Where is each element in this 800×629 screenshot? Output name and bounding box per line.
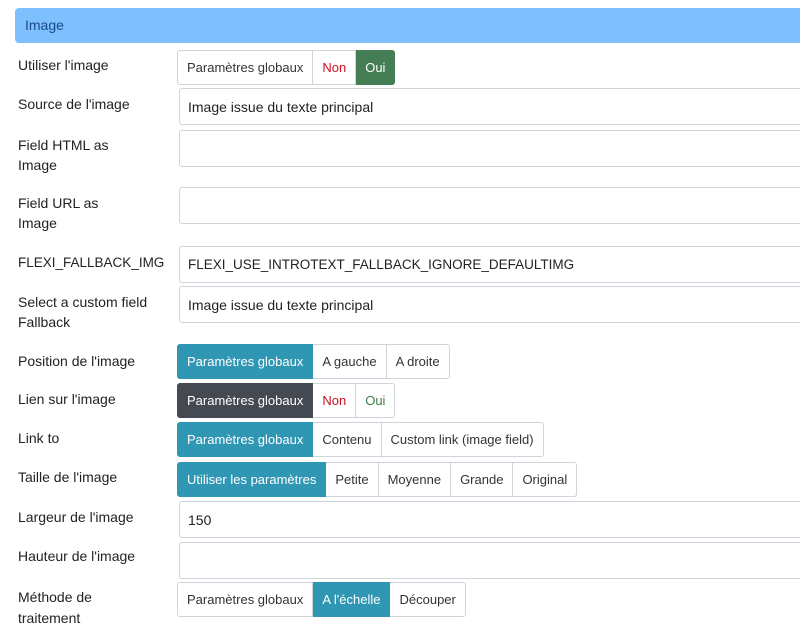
- size-use-params-button[interactable]: Utiliser les paramètres: [177, 462, 327, 497]
- use-image-toggle: Paramètres globaux Non Oui: [177, 50, 396, 85]
- field-html-input[interactable]: [179, 130, 800, 167]
- label-fallback-img: FLEXI_FALLBACK_IMG: [18, 255, 165, 270]
- fallback-img-select[interactable]: FLEXI_USE_INTROTEXT_FALLBACK_IGNORE_DEFA…: [179, 246, 800, 283]
- link-global-button[interactable]: Paramètres globaux: [177, 383, 314, 418]
- link-to-content-button[interactable]: Contenu: [313, 422, 382, 457]
- label-image-width: Largeur de l'image: [18, 509, 134, 525]
- position-left-button[interactable]: A gauche: [313, 344, 387, 379]
- link-to-global-button[interactable]: Paramètres globaux: [177, 422, 314, 457]
- section-header-image: Image: [15, 8, 800, 43]
- link-to-custom-button[interactable]: Custom link (image field): [381, 422, 544, 457]
- use-image-yes-button[interactable]: Oui: [356, 50, 396, 85]
- label-image-link: Lien sur l'image: [18, 391, 116, 407]
- label-field-url: Field URL as Image: [18, 195, 99, 231]
- image-width-input[interactable]: 150: [179, 501, 800, 538]
- method-scale-button[interactable]: A l'échelle: [313, 582, 391, 617]
- link-no-button[interactable]: Non: [313, 383, 357, 418]
- image-source-select[interactable]: Image issue du texte principal: [179, 88, 800, 125]
- use-image-global-button[interactable]: Paramètres globaux: [177, 50, 314, 85]
- label-processing-method: Méthode de traitement: [18, 589, 92, 626]
- label-image-height: Hauteur de l'image: [18, 548, 136, 564]
- size-large-button[interactable]: Grande: [451, 462, 514, 497]
- size-medium-button[interactable]: Moyenne: [378, 462, 452, 497]
- label-image-source: Source de l'image: [18, 96, 130, 112]
- method-global-button[interactable]: Paramètres globaux: [177, 582, 314, 617]
- custom-fallback-select[interactable]: Image issue du texte principal: [179, 286, 800, 323]
- position-right-button[interactable]: A droite: [386, 344, 450, 379]
- label-image-position: Position de l'image: [18, 353, 136, 369]
- label-use-image: Utiliser l'image: [18, 57, 109, 73]
- field-url-input[interactable]: [179, 187, 800, 224]
- label-image-size: Taille de l'image: [18, 469, 118, 485]
- image-size-toggle: Utiliser les paramètres Petite Moyenne G…: [177, 462, 578, 497]
- image-link-toggle: Paramètres globaux Non Oui: [177, 383, 396, 418]
- label-field-html: Field HTML as Image: [18, 137, 109, 173]
- size-small-button[interactable]: Petite: [326, 462, 379, 497]
- method-crop-button[interactable]: Découper: [390, 582, 466, 617]
- link-to-toggle: Paramètres globaux Contenu Custom link (…: [177, 422, 544, 457]
- image-position-toggle: Paramètres globaux A gauche A droite: [177, 344, 450, 379]
- position-global-button[interactable]: Paramètres globaux: [177, 344, 314, 379]
- processing-method-toggle: Paramètres globaux A l'échelle Découper: [177, 582, 466, 617]
- label-custom-fallback: Select a custom field Fallback: [18, 294, 148, 330]
- use-image-no-button[interactable]: Non: [313, 50, 357, 85]
- size-original-button[interactable]: Original: [513, 462, 578, 497]
- label-link-to: Link to: [18, 430, 60, 446]
- link-yes-button[interactable]: Oui: [356, 383, 396, 418]
- image-height-input[interactable]: [179, 542, 800, 579]
